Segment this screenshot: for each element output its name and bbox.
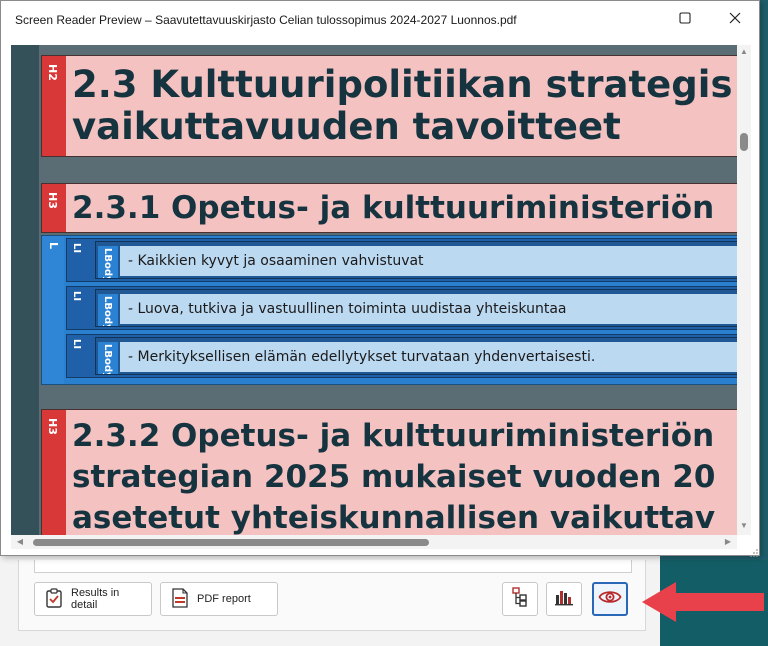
pdf-report-label: PDF report [197,593,251,605]
annotation-arrow [640,578,768,631]
bar-chart-icon [554,588,574,611]
lbody-tag-label: LBody [102,344,113,374]
h3-heading-text: 2.3.2 Opetus- ja kulttuuriministeriön st… [66,410,715,535]
h3-line: 2.3.2 Opetus- ja kulttuuriministeriön [72,418,715,454]
li-tag-label: LI [71,339,82,350]
lbody-tag: LBody [98,246,118,278]
results-in-detail-button[interactable]: Results in detail [34,582,152,616]
li-tag-label: LI [71,291,82,302]
maximize-icon [679,11,691,29]
h3-heading-text: 2.3.1 Opetus- ja kulttuuriministeriön [66,184,714,232]
h3-tag: H3 [42,184,66,232]
li-tag-label: LI [71,243,82,254]
eye-icon [598,588,622,611]
document-strip [11,45,39,535]
statistics-button[interactable] [546,582,582,616]
close-button[interactable] [715,7,755,33]
lbody-tag-label: LBody [102,248,113,278]
pdf-document-icon [171,587,189,611]
list-tag: L [42,236,64,384]
h3-heading-block: H3 2.3.1 Opetus- ja kulttuuriministeriön [41,183,737,233]
scroll-left-icon[interactable]: ◀ [13,537,27,546]
maximize-button[interactable] [665,7,705,33]
h2-tag-label: H2 [46,64,59,81]
h2-heading-text: 2.3 Kulttuuripolitiikan strategis vaikut… [66,56,732,156]
list-item: LI LBody - Kaikkien kyvyt ja osaaminen v… [66,238,737,282]
h3-tag-label: H3 [46,192,59,209]
scroll-right-icon[interactable]: ▶ [721,537,735,546]
screen-reader-preview-window: Screen Reader Preview – Saavutettavuuski… [0,0,760,557]
horizontal-scroll-thumb[interactable] [33,539,429,546]
h2-tag: H2 [42,56,66,156]
lbody-block: LBody - Merkityksellisen elämän edellyty… [95,337,737,375]
h3-line: strategian 2025 mukaiset vuoden 20 [72,459,716,495]
vertical-scroll-thumb[interactable] [740,133,748,151]
list-item: LI LBody - Luova, tutkiva ja vastuulline… [66,286,737,330]
h2-heading-block: H2 2.3 Kulttuuripolitiikan strategis vai… [41,55,737,157]
list-item-text: - Luova, tutkiva ja vastuullinen toimint… [120,294,737,324]
pdf-report-button[interactable]: PDF report [160,582,278,616]
lbody-tag: LBody [98,294,118,326]
h3-line: asetetut yhteiskunnallisen vaikuttav [72,500,716,535]
h3-line: 2.3.1 Opetus- ja kulttuuriministeriön [72,190,715,226]
list-item-text: - Kaikkien kyvyt ja osaaminen vahvistuva… [120,246,737,276]
window-title: Screen Reader Preview – Saavutettavuuski… [15,13,517,27]
h3-heading-block: H3 2.3.2 Opetus- ja kulttuuriministeriön… [41,409,737,535]
h2-line: vaikuttavuuden tavoitteet [72,105,621,148]
lbody-tag: LBody [98,342,118,374]
resize-grip-icon[interactable] [749,545,759,557]
list-item-text: - Merkityksellisen elämän edellytykset t… [120,342,737,372]
screen-reader-preview-button[interactable] [592,582,628,616]
lbody-tag-label: LBody [102,296,113,326]
report-field [34,560,632,573]
h3-tag: H3 [42,410,66,535]
vertical-scrollbar[interactable]: ▲ ▼ [737,45,751,535]
horizontal-scrollbar[interactable]: ◀ ▶ [11,535,737,549]
lbody-block: LBody - Kaikkien kyvyt ja osaaminen vahv… [95,241,737,279]
list-item: LI LBody - Merkityksellisen elämän edell… [66,334,737,378]
results-in-detail-label: Results in detail [71,587,120,611]
scroll-up-icon[interactable]: ▲ [737,47,751,56]
window-titlebar[interactable]: Screen Reader Preview – Saavutettavuuski… [1,1,759,39]
h2-line: 2.3 Kulttuuripolitiikan strategis [72,63,733,106]
preview-viewport[interactable]: H2 2.3 Kulttuuripolitiikan strategis vai… [11,45,737,535]
structure-tree-button[interactable] [502,582,538,616]
tree-structure-icon [511,586,529,612]
clipboard-check-icon [45,587,63,611]
list-tag-label: L [47,242,60,250]
list-block: L LI LBody - Kaikkien kyvyt ja osaaminen… [41,235,737,385]
scroll-down-icon[interactable]: ▼ [737,521,751,530]
h3-tag-label: H3 [46,418,59,435]
close-icon [729,11,741,29]
lbody-block: LBody - Luova, tutkiva ja vastuullinen t… [95,289,737,327]
